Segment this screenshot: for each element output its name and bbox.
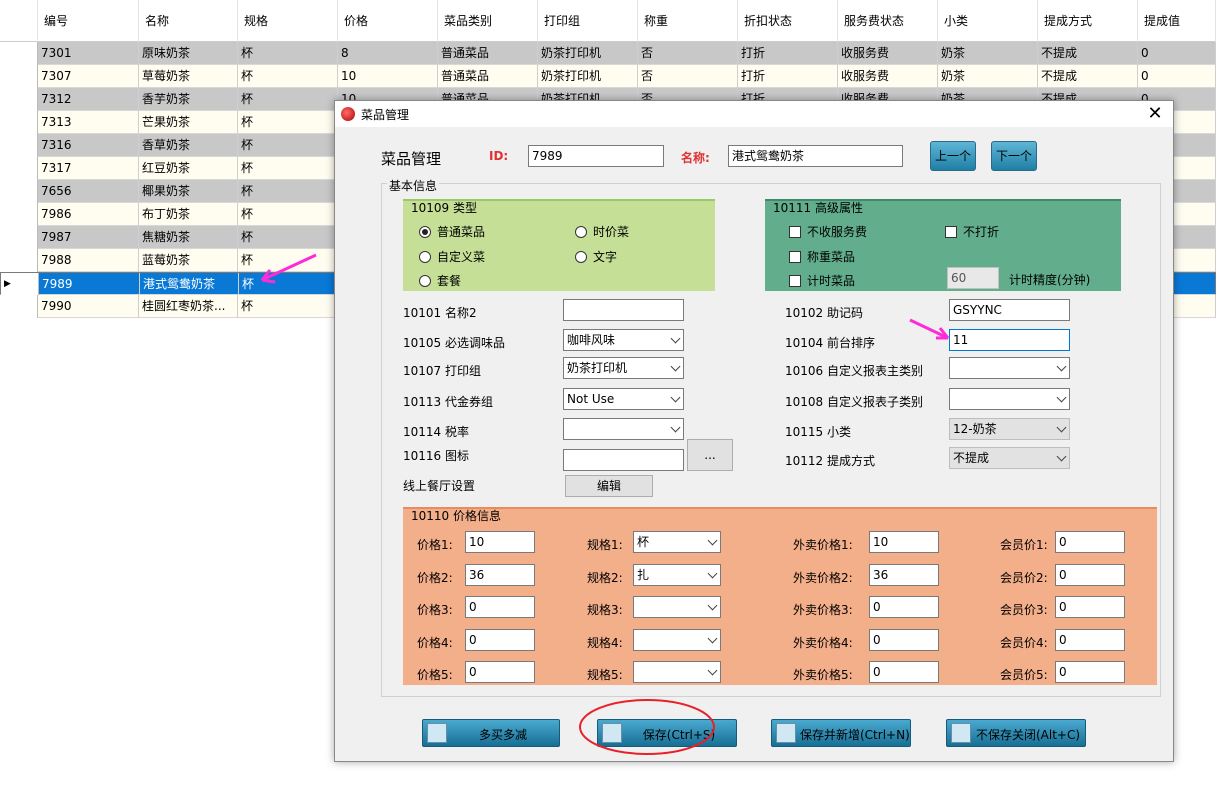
annotation-overlay <box>260 253 950 755</box>
red-circle-save <box>579 699 715 755</box>
pink-arrow-sort <box>909 318 950 340</box>
pink-arrow-grid <box>260 253 317 284</box>
